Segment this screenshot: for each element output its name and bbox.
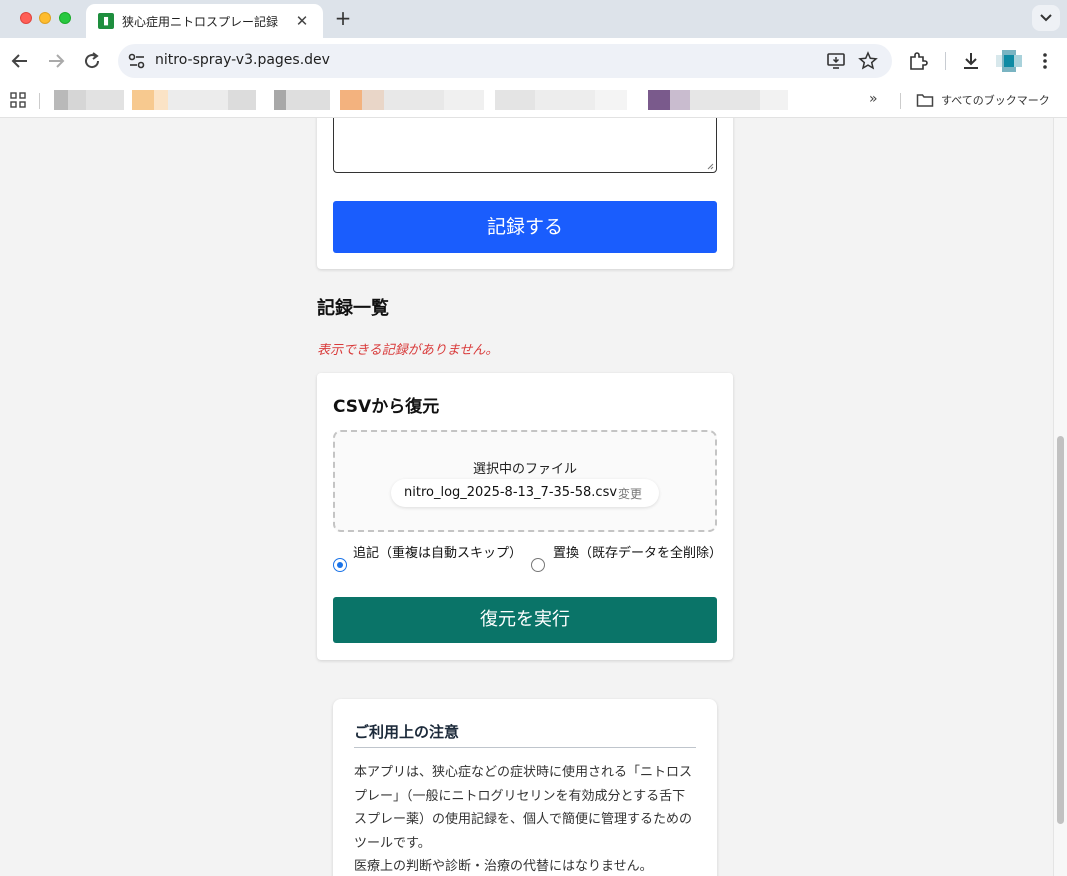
- notice-heading: ご利用上の注意: [354, 723, 460, 741]
- menu-icon[interactable]: [1034, 50, 1056, 72]
- tab-search-icon[interactable]: [1032, 5, 1060, 31]
- bookmark-item-blurred[interactable]: [274, 90, 330, 110]
- bookmark-item-blurred[interactable]: [648, 90, 788, 110]
- active-tab[interactable]: ▮ 狭心症用ニトロスプレー記録 ✕: [86, 4, 323, 38]
- memo-textarea[interactable]: [333, 118, 717, 173]
- resize-grip-icon[interactable]: [706, 162, 714, 170]
- tab-favicon-icon: ▮: [98, 13, 114, 29]
- extensions-icon[interactable]: [907, 50, 929, 72]
- plus-icon[interactable]: +: [332, 7, 354, 29]
- bookmark-star-icon[interactable]: [858, 51, 878, 71]
- back-icon[interactable]: [8, 49, 32, 73]
- scrollbar-thumb[interactable]: [1057, 436, 1064, 824]
- restore-button[interactable]: 復元を実行: [333, 597, 717, 643]
- mode-replace-radio[interactable]: [531, 558, 545, 572]
- bookmarks-overflow-button[interactable]: »: [869, 91, 878, 107]
- records-empty-message: 表示できる記録がありません。: [317, 343, 499, 358]
- address-bar[interactable]: nitro-spray-v3.pages.dev: [118, 44, 892, 78]
- bookmarks-divider: [900, 93, 901, 109]
- window-close-button[interactable]: [20, 12, 32, 24]
- bookmark-item-blurred[interactable]: [340, 90, 484, 110]
- mode-append-label[interactable]: 追記（重複は自動スキップ）: [353, 544, 523, 564]
- url-text: nitro-spray-v3.pages.dev: [155, 52, 330, 68]
- page-viewport: 記録する 記録一覧 表示できる記録がありません。 CSVから復元 選択中のファイ…: [0, 118, 1053, 876]
- bookmark-item-blurred[interactable]: [54, 90, 124, 110]
- forward-icon[interactable]: [44, 49, 68, 73]
- reload-icon[interactable]: [80, 49, 104, 73]
- records-heading: 記録一覧: [317, 298, 389, 319]
- bookmark-item-blurred[interactable]: [495, 90, 627, 110]
- download-icon[interactable]: [960, 50, 982, 72]
- apps-icon[interactable]: [10, 92, 26, 112]
- bookmarks-divider: [39, 93, 40, 109]
- browser-toolbar: nitro-spray-v3.pages.dev: [0, 38, 1067, 84]
- tab-title: 狭心症用ニトロスプレー記録: [122, 15, 279, 29]
- notice-divider: [354, 747, 696, 748]
- folder-icon[interactable]: [916, 92, 934, 112]
- selected-file-label: 選択中のファイル: [472, 462, 577, 477]
- notice-body: 本アプリは、狭心症などの症状時に使用される「ニトロスプレー」（一般にニトログリセ…: [354, 761, 696, 876]
- close-icon[interactable]: ✕: [292, 11, 312, 31]
- bookmark-item-blurred[interactable]: [132, 90, 256, 110]
- window-minimize-button[interactable]: [39, 12, 51, 24]
- mode-replace-label[interactable]: 置換（既存データを全削除）: [553, 544, 723, 564]
- selected-file-chip[interactable]: nitro_log_2025-8-13_7-35-58.csv 変更: [391, 479, 659, 507]
- file-dropzone[interactable]: 選択中のファイル nitro_log_2025-8-13_7-35-58.csv…: [333, 430, 717, 532]
- profile-avatar[interactable]: [996, 50, 1022, 72]
- selected-file-name: nitro_log_2025-8-13_7-35-58.csv: [404, 485, 618, 500]
- mode-append-radio[interactable]: [333, 558, 347, 572]
- toolbar-divider: [945, 52, 946, 70]
- record-button[interactable]: 記録する: [333, 201, 717, 253]
- page-scrollbar[interactable]: [1053, 118, 1067, 876]
- install-app-icon[interactable]: [826, 51, 846, 71]
- csv-restore-heading: CSVから復元: [333, 397, 440, 417]
- change-file-link[interactable]: 変更: [618, 485, 642, 502]
- notice-paragraph: 医療上の判断や診断・治療の代替にはなりません。: [354, 859, 653, 874]
- notice-paragraph: 本アプリは、狭心症などの症状時に使用される「ニトロスプレー」（一般にニトログリセ…: [354, 765, 693, 851]
- tab-strip: ▮ 狭心症用ニトロスプレー記録 ✕ +: [0, 0, 1067, 38]
- all-bookmarks-link[interactable]: すべてのブックマーク: [941, 92, 1050, 108]
- site-settings-icon[interactable]: [128, 53, 146, 73]
- window-zoom-button[interactable]: [59, 12, 71, 24]
- bookmarks-bar: » すべてのブックマーク: [0, 84, 1067, 118]
